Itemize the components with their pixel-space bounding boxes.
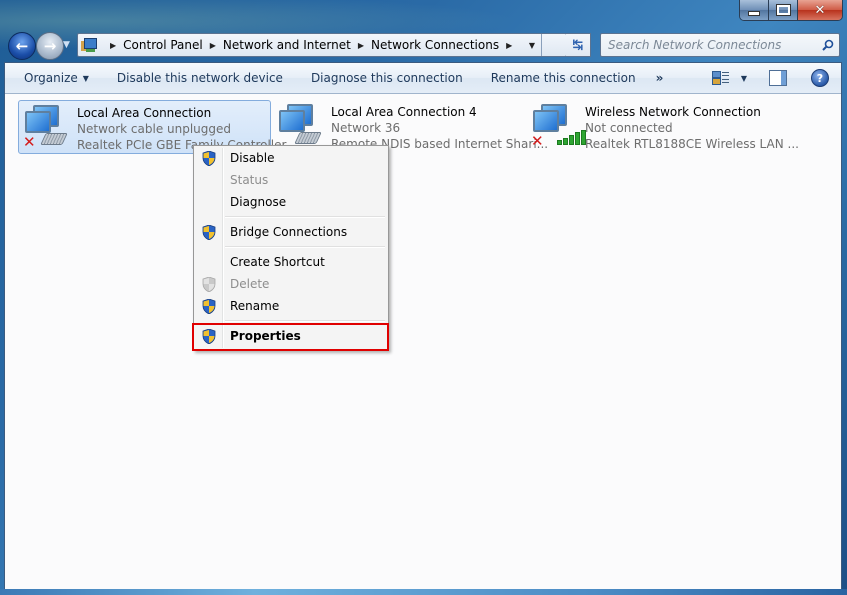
menu-item-label: Rename <box>230 299 280 313</box>
search-icon[interactable] <box>817 39 839 51</box>
connection-device: Realtek RTL8188CE Wireless LAN ... <box>585 137 799 151</box>
wireless-adapter-icon: ✕ <box>527 100 586 150</box>
breadcrumb-separator-icon[interactable]: ▶ <box>506 41 512 50</box>
breadcrumb-separator-icon[interactable]: ▶ <box>110 41 116 50</box>
menu-separator <box>225 216 385 218</box>
breadcrumb-network-and-internet[interactable]: Network and Internet <box>223 38 351 52</box>
connection-name: Wireless Network Connection <box>585 105 761 119</box>
menu-item-label: Disable <box>230 151 275 165</box>
uac-shield-icon <box>202 225 216 240</box>
connection-status: Network 36 <box>331 121 401 135</box>
command-bar: Organize ▼ Disable this network device D… <box>5 63 841 94</box>
menu-separator <box>225 246 385 248</box>
search-input[interactable]: Search Network Connections <box>608 38 817 52</box>
maximize-button[interactable] <box>769 0 798 20</box>
organize-button[interactable]: Organize ▼ <box>5 63 103 93</box>
connection-name: Local Area Connection <box>77 106 212 120</box>
explorer-window-content: Organize ▼ Disable this network device D… <box>4 62 842 591</box>
ethernet-cable-icon <box>40 133 68 145</box>
minimize-icon <box>748 10 760 16</box>
disable-device-button[interactable]: Disable this network device <box>103 63 297 93</box>
connection-status: Network cable unplugged <box>77 122 232 136</box>
uac-shield-icon <box>202 277 216 292</box>
menu-item-label: Status <box>230 173 269 187</box>
taskbar-edge <box>0 589 847 595</box>
disconnected-x-icon: ✕ <box>531 132 544 150</box>
chevron-down-icon: ▼ <box>82 73 89 83</box>
chevron-down-icon: ▼ <box>63 40 70 50</box>
uac-shield-icon <box>202 299 216 314</box>
breadcrumb-network-connections[interactable]: Network Connections <box>371 38 499 52</box>
menu-item-label: Delete <box>230 277 270 291</box>
menu-item-rename[interactable]: Rename <box>196 295 386 317</box>
chevron-down-icon: ▼ <box>528 40 536 50</box>
menu-item-label: Diagnose <box>230 195 287 209</box>
address-bar[interactable]: ▶ Control Panel ▶ Network and Internet ▶… <box>77 33 567 57</box>
address-dropdown-button[interactable]: ▼ <box>523 34 542 56</box>
rename-connection-button[interactable]: Rename this connection <box>477 63 650 93</box>
back-button[interactable]: ← <box>8 32 36 60</box>
refresh-button[interactable]: ↹ <box>566 33 591 57</box>
preview-pane-icon[interactable] <box>769 70 787 86</box>
network-adapter-icon: ✕ <box>19 101 71 151</box>
menu-item-diagnose[interactable]: Diagnose <box>196 191 386 213</box>
connection-item[interactable]: ✕ Wireless Network Connection Not connec… <box>527 100 799 152</box>
organize-label: Organize <box>24 71 78 85</box>
menu-item-disable[interactable]: Disable <box>196 147 386 169</box>
breadcrumb-separator-icon[interactable]: ▶ <box>358 41 364 50</box>
menu-item-create-shortcut[interactable]: Create Shortcut <box>196 251 386 273</box>
refresh-icon: ↹ <box>572 37 584 53</box>
search-box[interactable]: Search Network Connections <box>600 33 840 57</box>
signal-bars-icon <box>557 130 586 145</box>
menu-item-status[interactable]: Status <box>196 169 386 191</box>
more-commands-button[interactable]: » <box>650 63 670 93</box>
back-arrow-icon: ← <box>15 37 29 55</box>
help-icon[interactable]: ? <box>811 69 829 87</box>
properties-highlight-annotation <box>192 323 389 351</box>
minimize-button[interactable] <box>740 0 769 20</box>
forward-button[interactable]: → <box>36 32 64 60</box>
context-menu: Disable Status Diagnose Bridge Connectio… <box>193 145 389 351</box>
recent-pages-button[interactable]: ▼ <box>63 40 70 50</box>
breadcrumb-control-panel[interactable]: Control Panel <box>123 38 203 52</box>
view-options-dropdown[interactable]: ▼ <box>741 74 747 83</box>
connection-name: Local Area Connection 4 <box>331 105 477 119</box>
change-view-icon[interactable] <box>711 71 730 85</box>
menu-separator <box>225 320 385 322</box>
maximize-icon <box>775 4 791 16</box>
menu-item-label: Create Shortcut <box>230 255 325 269</box>
forward-arrow-icon: → <box>43 37 57 55</box>
menu-item-label: Bridge Connections <box>230 225 348 239</box>
menu-item-bridge-connections[interactable]: Bridge Connections <box>196 221 386 243</box>
connection-status: Not connected <box>585 121 673 135</box>
menu-item-delete[interactable]: Delete <box>196 273 386 295</box>
uac-shield-icon <box>202 151 216 166</box>
diagnose-connection-button[interactable]: Diagnose this connection <box>297 63 477 93</box>
control-panel-icon <box>81 37 99 53</box>
close-icon: ✕ <box>814 2 826 18</box>
ethernet-cable-icon <box>294 132 322 144</box>
close-button[interactable]: ✕ <box>798 0 842 20</box>
breadcrumb-separator-icon[interactable]: ▶ <box>210 41 216 50</box>
disconnected-x-icon: ✕ <box>23 133 36 151</box>
network-adapter-icon <box>273 100 325 150</box>
caption-buttons: ✕ <box>739 0 843 21</box>
